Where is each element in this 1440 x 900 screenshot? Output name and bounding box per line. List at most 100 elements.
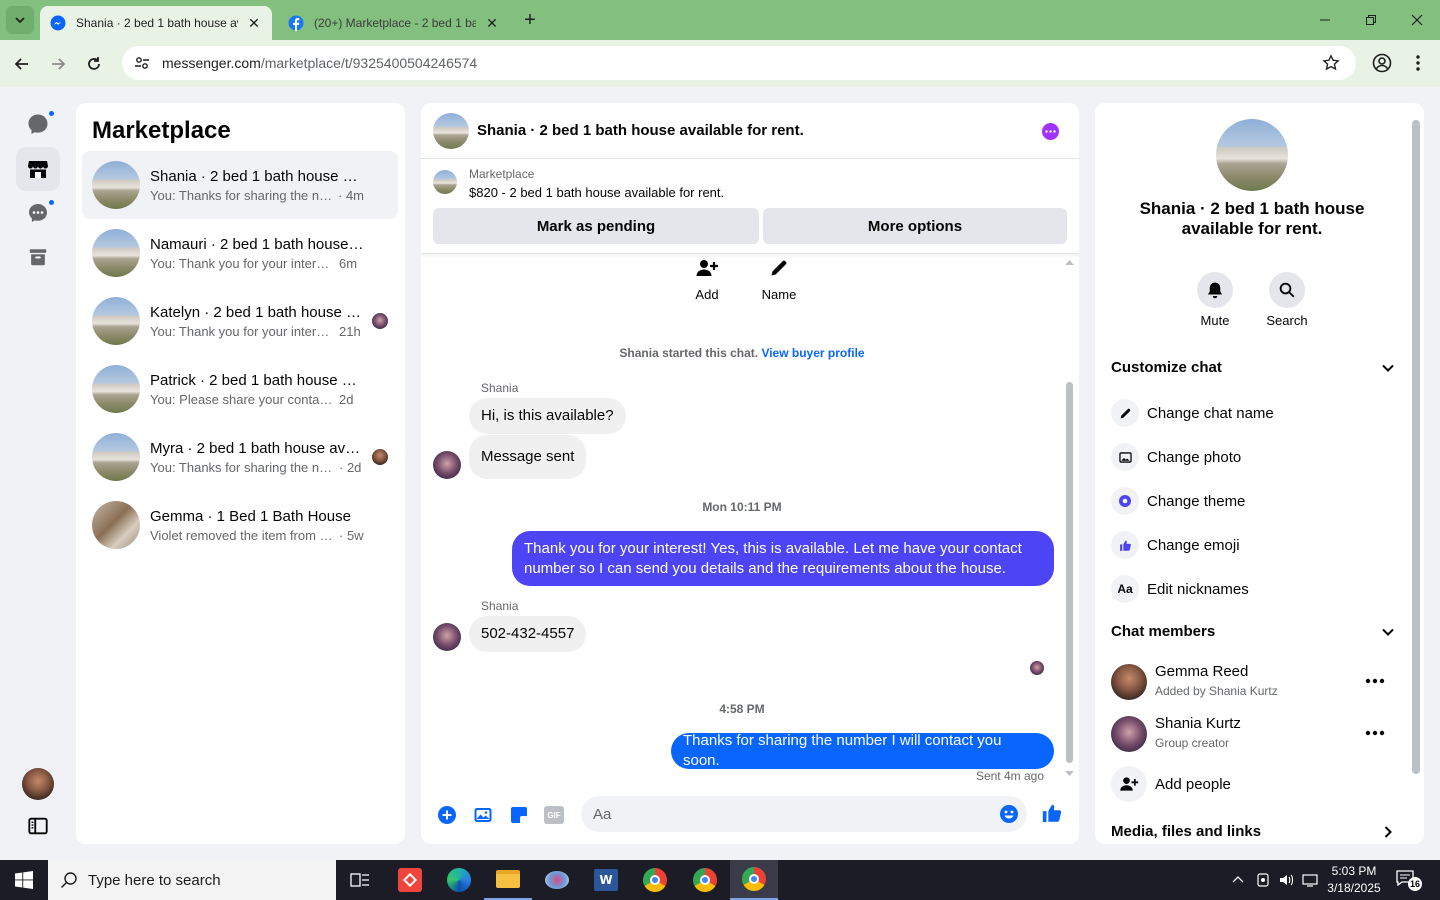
message-bubble[interactable]: Hi, is this available? [469, 398, 626, 434]
search-button[interactable] [1269, 272, 1305, 308]
archive-icon [29, 249, 47, 266]
conversation-info-icon[interactable] [1042, 123, 1059, 140]
change-photo-item[interactable]: Change photo [1111, 443, 1241, 471]
profile-icon[interactable] [1372, 53, 1392, 73]
scroll-up-icon[interactable] [1065, 259, 1074, 265]
edit-nicknames-item[interactable]: Aa Edit nicknames [1111, 575, 1249, 603]
listing-title[interactable]: $820 - 2 bed 1 bath house available for … [469, 185, 724, 200]
name-shortcut[interactable] [762, 253, 796, 283]
conversation-preview: You: Thanks for sharing the number [150, 459, 335, 475]
archive-nav[interactable] [16, 235, 60, 279]
chat-avatar[interactable] [433, 112, 469, 149]
member-row[interactable]: Gemma Reed Added by Shania Kurtz [1111, 663, 1397, 703]
requests-nav[interactable] [16, 191, 60, 235]
forward-icon[interactable] [48, 54, 68, 74]
add-people-shortcut[interactable] [690, 253, 724, 283]
message-bubble[interactable]: Message sent [469, 435, 587, 479]
reload-icon[interactable] [84, 54, 104, 74]
taskbar-app-explorer[interactable] [484, 860, 532, 900]
conversation-item[interactable]: Katelyn · 2 bed 1 bath house available f… [82, 287, 398, 355]
volume-icon[interactable] [1278, 872, 1294, 888]
search-icon [1279, 282, 1295, 298]
sender-avatar[interactable] [433, 451, 461, 479]
meet-now-icon[interactable] [1256, 872, 1270, 888]
conversation-item[interactable]: Shania · 2 bed 1 bath house available fo… [82, 151, 398, 219]
browser-menu-icon[interactable] [1408, 53, 1428, 73]
back-icon[interactable] [12, 54, 32, 74]
conversation-item[interactable]: Patrick · 2 bed 1 bath house available f… [82, 355, 398, 423]
media-files-section[interactable]: Media, files and links [1111, 823, 1395, 840]
section-title: Customize chat [1111, 359, 1222, 376]
gif-icon[interactable]: GIF [544, 806, 564, 824]
maximize-icon[interactable] [1348, 0, 1394, 40]
taskbar-app-chrome[interactable] [631, 860, 679, 900]
tab-title: Shania · 2 bed 1 bath house available fo… [76, 16, 238, 30]
taskbar-app-edge[interactable] [435, 860, 483, 900]
chevron-up-icon[interactable] [1232, 874, 1244, 886]
thumbs-up-icon[interactable] [1041, 802, 1063, 824]
site-settings-icon[interactable] [134, 55, 150, 71]
message-input[interactable]: Aa [581, 796, 1027, 832]
conversation-item[interactable]: Namauri · 2 bed 1 bath house available f… [82, 219, 398, 287]
taskbar-app-anydesk[interactable] [386, 860, 434, 900]
mute-button[interactable] [1197, 272, 1233, 308]
listing-thumbnail[interactable] [433, 170, 457, 194]
taskbar-app-chrome-active[interactable] [730, 860, 778, 900]
conversation-item[interactable]: Gemma · 1 Bed 1 Bath House Violet removed… [82, 491, 398, 559]
network-icon[interactable] [1302, 872, 1320, 888]
user-avatar[interactable] [22, 768, 54, 800]
taskbar-app-chrome-profile[interactable] [681, 860, 729, 900]
notification-center[interactable]: 16 [1396, 870, 1423, 891]
add-people-item[interactable]: Add people [1111, 766, 1231, 802]
change-theme-item[interactable]: Change theme [1111, 487, 1245, 515]
tab-search-button[interactable] [6, 6, 34, 34]
conversation-item[interactable]: Myra · 2 bed 1 bath house available for … [82, 423, 398, 491]
change-emoji-item[interactable]: Change emoji [1111, 531, 1240, 559]
minimize-icon[interactable] [1302, 0, 1348, 40]
mark-pending-button[interactable]: Mark as pending [433, 208, 759, 244]
taskbar-app-word[interactable]: W [582, 860, 630, 900]
sticker-icon[interactable] [509, 805, 529, 825]
sender-avatar[interactable] [433, 623, 461, 651]
chat-header: Shania · 2 bed 1 bath house available fo… [421, 103, 1079, 159]
add-person-icon [696, 260, 718, 276]
outgoing-message-bubble[interactable]: Thanks for sharing the number I will con… [671, 732, 1054, 769]
scroll-down-icon[interactable] [1065, 771, 1074, 777]
tab-messenger[interactable]: Shania · 2 bed 1 bath house available fo… [40, 6, 272, 40]
more-icon[interactable] [1365, 730, 1385, 736]
address-bar[interactable]: messenger.com/marketplace/t/932540050424… [122, 46, 1356, 80]
taskbar-app-snip[interactable] [533, 860, 581, 900]
app-red-icon [398, 868, 422, 892]
start-button[interactable] [0, 860, 48, 900]
tab-facebook[interactable]: (20+) Marketplace - 2 bed 1 bath house ✕ [278, 6, 510, 40]
close-tab-icon[interactable]: ✕ [484, 15, 500, 32]
view-buyer-profile-link[interactable]: View buyer profile [761, 346, 864, 360]
change-chat-name-item[interactable]: Change chat name [1111, 399, 1274, 427]
plus-circle-icon[interactable] [437, 805, 457, 825]
group-photo[interactable] [1216, 119, 1288, 191]
marketplace-nav[interactable] [16, 147, 60, 191]
chats-nav[interactable] [16, 102, 60, 146]
toggle-sidebar-button[interactable] [16, 804, 60, 848]
chat-members-section[interactable]: Chat members [1111, 623, 1395, 640]
bookmark-star-icon[interactable] [1322, 54, 1340, 72]
outgoing-message-bubble[interactable]: Thank you for your interest! Yes, this i… [512, 531, 1054, 586]
close-window-icon[interactable] [1394, 0, 1440, 40]
details-scrollbar[interactable] [1412, 120, 1420, 774]
more-icon[interactable] [1365, 678, 1385, 684]
browser-titlebar: Shania · 2 bed 1 bath house available fo… [0, 0, 1440, 40]
more-options-button[interactable]: More options [763, 208, 1067, 244]
task-view-button[interactable] [336, 860, 384, 900]
clock[interactable]: 5:03 PM 3/18/2025 [1322, 863, 1386, 897]
chat-title[interactable]: Shania · 2 bed 1 bath house available fo… [477, 122, 804, 139]
chat-scrollbar[interactable] [1066, 382, 1073, 763]
customize-chat-section[interactable]: Customize chat [1111, 359, 1395, 376]
member-row[interactable]: Shania Kurtz Group creator [1111, 715, 1397, 755]
new-tab-icon[interactable]: + [520, 10, 540, 30]
close-tab-icon[interactable]: ✕ [246, 15, 262, 32]
photo-icon[interactable] [473, 805, 493, 825]
taskbar-search-box[interactable]: Type here to search [48, 860, 336, 900]
emoji-icon[interactable] [999, 804, 1019, 824]
message-bubble[interactable]: 502-432-4557 [469, 616, 587, 652]
url-path: /marketplace/t/9325400504246574 [260, 55, 478, 71]
